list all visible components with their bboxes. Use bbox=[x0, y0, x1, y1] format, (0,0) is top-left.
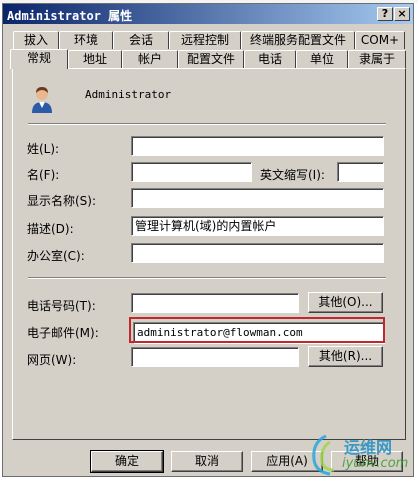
ok-button[interactable]: 确定 bbox=[90, 450, 164, 473]
close-button[interactable]: × bbox=[394, 7, 410, 21]
tab-general[interactable]: 常规 bbox=[10, 49, 68, 69]
watermark-brand: 运维网 bbox=[344, 438, 393, 457]
watermark-url: iyunv.com bbox=[342, 456, 409, 471]
cancel-button[interactable]: 取消 bbox=[171, 451, 243, 472]
tab-remote-control[interactable]: 远程控制 bbox=[169, 31, 241, 49]
tab-account[interactable]: 帐户 bbox=[122, 50, 178, 68]
tab-com[interactable]: COM+ bbox=[355, 31, 405, 49]
help-button[interactable]: ? bbox=[377, 7, 393, 21]
tab-address[interactable]: 地址 bbox=[68, 50, 122, 68]
general-panel bbox=[12, 68, 406, 440]
tab-organization[interactable]: 单位 bbox=[296, 50, 348, 68]
watermark-logo-icon bbox=[312, 434, 335, 476]
tab-profile[interactable]: 配置文件 bbox=[178, 50, 244, 68]
email-highlight-box bbox=[129, 317, 385, 343]
properties-dialog: Administrator 属性 ? × 拔入 环境 会话 远程控制 终端服务配… bbox=[2, 3, 414, 477]
title-bar[interactable]: Administrator 属性 ? × bbox=[3, 4, 413, 24]
watermark: 运维网 iyunv.com bbox=[306, 432, 416, 478]
tab-terminal-services-profile[interactable]: 终端服务配置文件 bbox=[241, 31, 355, 49]
tab-dialin[interactable]: 拔入 bbox=[13, 31, 59, 49]
tab-sessions[interactable]: 会话 bbox=[113, 31, 169, 49]
window-title: Administrator 属性 bbox=[7, 9, 133, 23]
tab-member-of[interactable]: 隶属于 bbox=[348, 50, 406, 68]
tab-environment[interactable]: 环境 bbox=[59, 31, 113, 49]
tab-telephones[interactable]: 电话 bbox=[244, 50, 296, 68]
